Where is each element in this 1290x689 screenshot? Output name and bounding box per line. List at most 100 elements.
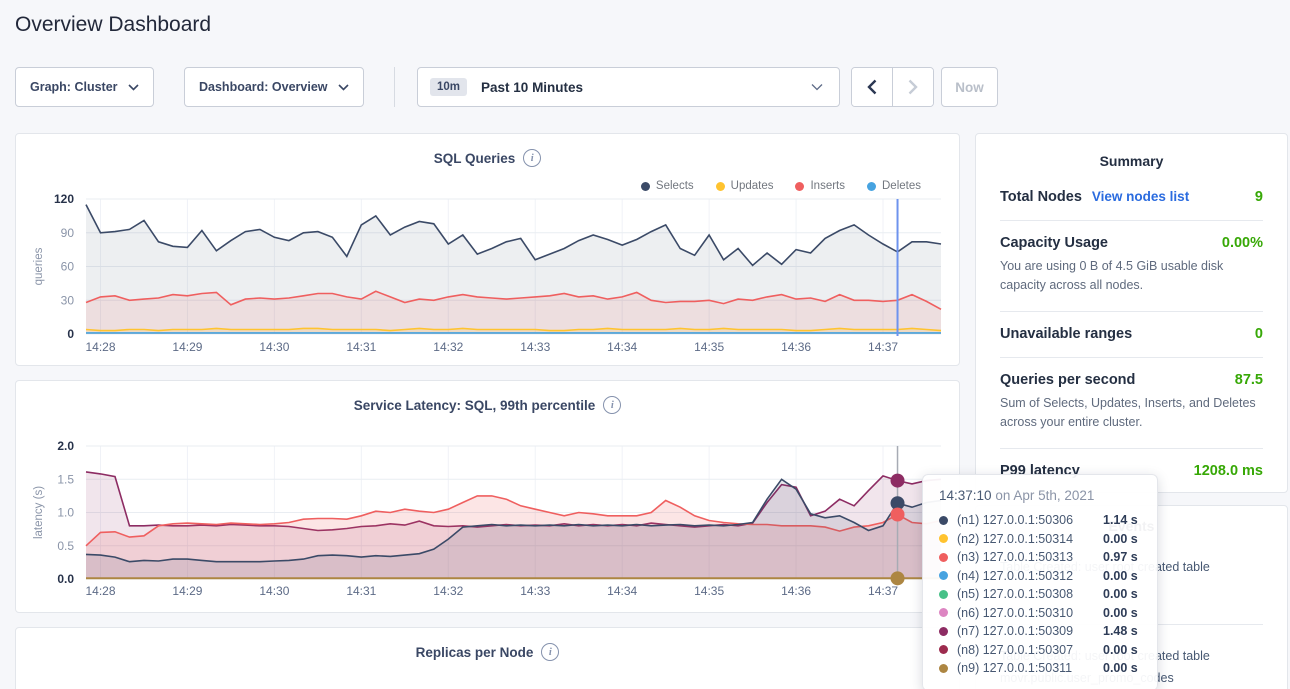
svg-text:1.0: 1.0 <box>57 506 74 520</box>
overview-dashboard-page: Overview Dashboard Graph: Cluster Dashbo… <box>0 0 1290 689</box>
tooltip-row: (n4) 127.0.0.1:503120.00 s <box>939 567 1141 586</box>
summary-row-value: 0.00% <box>1222 235 1263 251</box>
graph-dropdown[interactable]: Graph: Cluster <box>15 67 154 107</box>
tooltip-row: (n2) 127.0.0.1:503140.00 s <box>939 530 1141 549</box>
legend-dot-icon <box>867 182 876 191</box>
time-range-selector[interactable]: 10m Past 10 Minutes <box>417 67 840 107</box>
tooltip-node-value: 0.00 s <box>1103 643 1138 657</box>
tooltip-node-label: (n7) 127.0.0.1:50309 <box>957 624 1103 638</box>
summary-row-value: 1208.0 ms <box>1194 463 1263 479</box>
summary-row-value: 87.5 <box>1235 372 1263 388</box>
chevron-right-icon <box>908 79 918 95</box>
page-title: Overview Dashboard <box>15 13 211 37</box>
tooltip-node-value: 0.00 s <box>1103 661 1138 675</box>
svg-text:14:35: 14:35 <box>694 584 724 598</box>
service-latency-chart[interactable]: 14:2814:2914:3014:3114:3214:3314:3414:35… <box>16 381 959 612</box>
legend-dot-icon <box>716 182 725 191</box>
tooltip-row: (n3) 127.0.0.1:503130.97 s <box>939 548 1141 567</box>
node-dot-icon <box>939 571 948 580</box>
summary-row-desc: You are using 0 B of 4.5 GiB usable disk… <box>1000 257 1265 296</box>
legend-label: Selects <box>656 180 694 192</box>
tooltip-node-value: 0.97 s <box>1103 550 1138 564</box>
dashboard-dropdown[interactable]: Dashboard: Overview <box>184 67 364 107</box>
now-button[interactable]: Now <box>941 67 998 107</box>
svg-text:60: 60 <box>61 260 75 274</box>
svg-text:30: 30 <box>61 293 75 307</box>
now-button-label: Now <box>955 80 984 95</box>
summary-row-desc: Sum of Selects, Updates, Inserts, and De… <box>1000 394 1265 433</box>
tooltip-node-value: 0.00 s <box>1103 606 1138 620</box>
time-range-badge: 10m <box>430 78 467 96</box>
tooltip-time: 14:37:10 <box>939 488 992 503</box>
tooltip-node-value: 1.48 s <box>1103 624 1138 638</box>
legend-label: Deletes <box>882 180 921 192</box>
tooltip-node-label: (n6) 127.0.0.1:50310 <box>957 606 1103 620</box>
legend-dot-icon <box>795 182 804 191</box>
svg-text:14:36: 14:36 <box>781 340 811 354</box>
graph-dropdown-label: Graph: Cluster <box>30 80 118 94</box>
chevron-down-icon <box>338 84 349 91</box>
tooltip-node-label: (n4) 127.0.0.1:50312 <box>957 569 1103 583</box>
svg-text:14:33: 14:33 <box>520 340 550 354</box>
replicas-per-node-panel: Replicas per Node i <box>15 627 960 689</box>
svg-text:0.5: 0.5 <box>57 539 74 553</box>
hover-tooltip: 14:37:10 on Apr 5th, 2021 (n1) 127.0.0.1… <box>922 474 1158 689</box>
chart-legend: Selects Updates Inserts Deletes <box>641 180 921 192</box>
legend-label: Updates <box>731 180 774 192</box>
time-range-label: Past 10 Minutes <box>481 80 583 95</box>
summary-row-value: 9 <box>1255 189 1263 205</box>
tooltip-node-label: (n3) 127.0.0.1:50313 <box>957 550 1103 564</box>
info-icon[interactable]: i <box>603 396 621 414</box>
info-icon[interactable]: i <box>523 149 541 167</box>
summary-row-label: Total Nodes <box>1000 189 1082 205</box>
svg-text:latency (s): latency (s) <box>33 486 45 539</box>
svg-text:14:31: 14:31 <box>346 340 376 354</box>
summary-panel: Summary Total Nodes View nodes list 9 Ca… <box>975 133 1288 493</box>
tooltip-node-value: 1.14 s <box>1103 513 1138 527</box>
svg-text:14:33: 14:33 <box>520 584 550 598</box>
chevron-down-icon <box>811 83 823 91</box>
summary-row-label: Unavailable ranges <box>1000 326 1132 342</box>
legend-item-selects[interactable]: Selects <box>641 180 694 192</box>
summary-row-label: Capacity Usage <box>1000 235 1108 251</box>
svg-text:14:36: 14:36 <box>781 584 811 598</box>
svg-text:14:32: 14:32 <box>433 340 463 354</box>
svg-text:14:30: 14:30 <box>259 584 289 598</box>
node-dot-icon <box>939 664 948 673</box>
service-latency-panel: Service Latency: SQL, 99th percentile i … <box>15 380 960 613</box>
chart-title: Service Latency: SQL, 99th percentile <box>354 398 596 413</box>
legend-dot-icon <box>641 182 650 191</box>
legend-item-inserts[interactable]: Inserts <box>795 180 845 192</box>
chart-title: Replicas per Node <box>416 645 534 660</box>
chart-title: SQL Queries <box>434 151 516 166</box>
tooltip-node-value: 0.00 s <box>1103 587 1138 601</box>
tooltip-node-label: (n8) 127.0.0.1:50307 <box>957 643 1103 657</box>
node-dot-icon <box>939 645 948 654</box>
info-icon[interactable]: i <box>541 643 559 661</box>
svg-text:14:32: 14:32 <box>433 584 463 598</box>
svg-text:90: 90 <box>61 226 75 240</box>
summary-row-value: 0 <box>1255 326 1263 342</box>
svg-text:14:34: 14:34 <box>607 340 637 354</box>
svg-text:2.0: 2.0 <box>57 439 74 453</box>
view-nodes-link[interactable]: View nodes list <box>1092 189 1189 204</box>
tooltip-node-label: (n9) 127.0.0.1:50311 <box>957 661 1103 675</box>
tooltip-row: (n5) 127.0.0.1:503080.00 s <box>939 585 1141 604</box>
sql-queries-chart[interactable]: 14:2814:2914:3014:3114:3214:3314:3414:35… <box>16 134 959 365</box>
node-dot-icon <box>939 608 948 617</box>
node-dot-icon <box>939 553 948 562</box>
tooltip-row: (n8) 127.0.0.1:503070.00 s <box>939 641 1141 660</box>
svg-text:14:31: 14:31 <box>346 584 376 598</box>
summary-row-qps: Queries per second 87.5 Sum of Selects, … <box>1000 358 1263 449</box>
dashboard-dropdown-label: Dashboard: Overview <box>199 80 328 94</box>
svg-text:1.5: 1.5 <box>57 472 74 486</box>
next-time-button[interactable] <box>893 68 933 106</box>
toolbar-divider <box>394 67 395 107</box>
svg-text:14:28: 14:28 <box>85 340 115 354</box>
summary-row-capacity: Capacity Usage 0.00% You are using 0 B o… <box>1000 221 1263 312</box>
prev-time-button[interactable] <box>852 68 893 106</box>
legend-item-deletes[interactable]: Deletes <box>867 180 921 192</box>
svg-text:14:30: 14:30 <box>259 340 289 354</box>
legend-item-updates[interactable]: Updates <box>716 180 774 192</box>
sql-queries-panel: SQL Queries i Selects Updates Inserts Delet… <box>15 133 960 366</box>
